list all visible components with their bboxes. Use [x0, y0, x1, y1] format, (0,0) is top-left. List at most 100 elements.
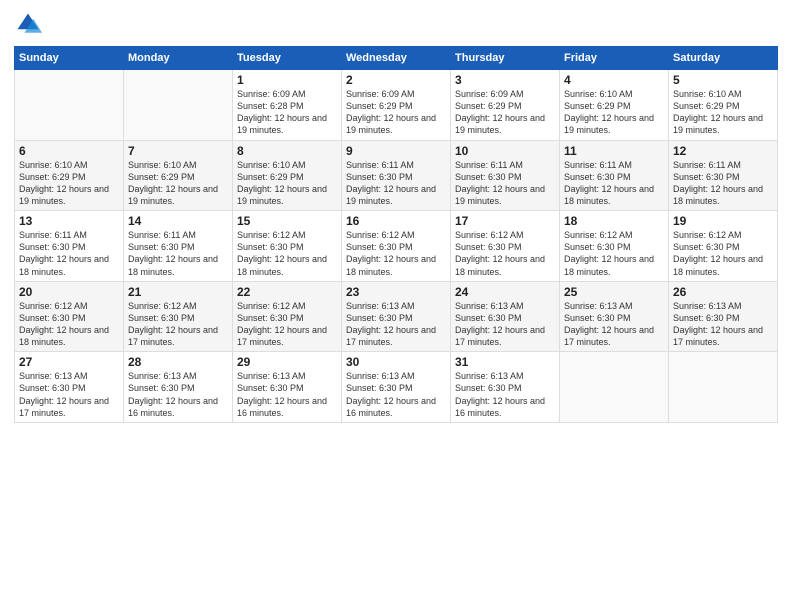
calendar-cell: 21Sunrise: 6:12 AM Sunset: 6:30 PM Dayli… — [124, 281, 233, 352]
day-number: 15 — [237, 214, 337, 228]
day-number: 8 — [237, 144, 337, 158]
weekday-tuesday: Tuesday — [233, 47, 342, 70]
day-number: 25 — [564, 285, 664, 299]
day-number: 27 — [19, 355, 119, 369]
day-info: Sunrise: 6:10 AM Sunset: 6:29 PM Dayligh… — [128, 159, 228, 208]
day-info: Sunrise: 6:13 AM Sunset: 6:30 PM Dayligh… — [455, 370, 555, 419]
day-info: Sunrise: 6:11 AM Sunset: 6:30 PM Dayligh… — [128, 229, 228, 278]
day-number: 7 — [128, 144, 228, 158]
day-info: Sunrise: 6:10 AM Sunset: 6:29 PM Dayligh… — [237, 159, 337, 208]
calendar-cell: 10Sunrise: 6:11 AM Sunset: 6:30 PM Dayli… — [451, 140, 560, 211]
calendar-cell: 28Sunrise: 6:13 AM Sunset: 6:30 PM Dayli… — [124, 352, 233, 423]
calendar-cell: 7Sunrise: 6:10 AM Sunset: 6:29 PM Daylig… — [124, 140, 233, 211]
day-number: 14 — [128, 214, 228, 228]
weekday-thursday: Thursday — [451, 47, 560, 70]
day-number: 10 — [455, 144, 555, 158]
week-row-5: 27Sunrise: 6:13 AM Sunset: 6:30 PM Dayli… — [15, 352, 778, 423]
calendar-cell: 29Sunrise: 6:13 AM Sunset: 6:30 PM Dayli… — [233, 352, 342, 423]
calendar-cell: 5Sunrise: 6:10 AM Sunset: 6:29 PM Daylig… — [669, 70, 778, 141]
calendar-cell: 1Sunrise: 6:09 AM Sunset: 6:28 PM Daylig… — [233, 70, 342, 141]
calendar-cell: 8Sunrise: 6:10 AM Sunset: 6:29 PM Daylig… — [233, 140, 342, 211]
calendar-cell: 31Sunrise: 6:13 AM Sunset: 6:30 PM Dayli… — [451, 352, 560, 423]
day-info: Sunrise: 6:12 AM Sunset: 6:30 PM Dayligh… — [346, 229, 446, 278]
calendar-cell — [560, 352, 669, 423]
calendar-cell: 23Sunrise: 6:13 AM Sunset: 6:30 PM Dayli… — [342, 281, 451, 352]
day-info: Sunrise: 6:11 AM Sunset: 6:30 PM Dayligh… — [564, 159, 664, 208]
day-info: Sunrise: 6:12 AM Sunset: 6:30 PM Dayligh… — [564, 229, 664, 278]
day-info: Sunrise: 6:13 AM Sunset: 6:30 PM Dayligh… — [673, 300, 773, 349]
calendar-cell: 12Sunrise: 6:11 AM Sunset: 6:30 PM Dayli… — [669, 140, 778, 211]
calendar-cell: 30Sunrise: 6:13 AM Sunset: 6:30 PM Dayli… — [342, 352, 451, 423]
calendar-cell: 4Sunrise: 6:10 AM Sunset: 6:29 PM Daylig… — [560, 70, 669, 141]
calendar-cell: 17Sunrise: 6:12 AM Sunset: 6:30 PM Dayli… — [451, 211, 560, 282]
day-number: 17 — [455, 214, 555, 228]
weekday-monday: Monday — [124, 47, 233, 70]
weekday-wednesday: Wednesday — [342, 47, 451, 70]
day-number: 26 — [673, 285, 773, 299]
week-row-1: 1Sunrise: 6:09 AM Sunset: 6:28 PM Daylig… — [15, 70, 778, 141]
week-row-2: 6Sunrise: 6:10 AM Sunset: 6:29 PM Daylig… — [15, 140, 778, 211]
calendar-table: SundayMondayTuesdayWednesdayThursdayFrid… — [14, 46, 778, 423]
calendar-cell: 19Sunrise: 6:12 AM Sunset: 6:30 PM Dayli… — [669, 211, 778, 282]
day-info: Sunrise: 6:13 AM Sunset: 6:30 PM Dayligh… — [564, 300, 664, 349]
day-info: Sunrise: 6:13 AM Sunset: 6:30 PM Dayligh… — [455, 300, 555, 349]
calendar-cell: 2Sunrise: 6:09 AM Sunset: 6:29 PM Daylig… — [342, 70, 451, 141]
day-info: Sunrise: 6:13 AM Sunset: 6:30 PM Dayligh… — [346, 300, 446, 349]
calendar-cell: 24Sunrise: 6:13 AM Sunset: 6:30 PM Dayli… — [451, 281, 560, 352]
day-number: 11 — [564, 144, 664, 158]
day-info: Sunrise: 6:12 AM Sunset: 6:30 PM Dayligh… — [19, 300, 119, 349]
day-number: 1 — [237, 73, 337, 87]
calendar-cell — [124, 70, 233, 141]
weekday-friday: Friday — [560, 47, 669, 70]
day-info: Sunrise: 6:12 AM Sunset: 6:30 PM Dayligh… — [673, 229, 773, 278]
calendar-cell: 14Sunrise: 6:11 AM Sunset: 6:30 PM Dayli… — [124, 211, 233, 282]
day-number: 20 — [19, 285, 119, 299]
day-number: 5 — [673, 73, 773, 87]
day-info: Sunrise: 6:09 AM Sunset: 6:28 PM Dayligh… — [237, 88, 337, 137]
calendar-cell: 26Sunrise: 6:13 AM Sunset: 6:30 PM Dayli… — [669, 281, 778, 352]
day-number: 16 — [346, 214, 446, 228]
page: SundayMondayTuesdayWednesdayThursdayFrid… — [0, 0, 792, 612]
day-info: Sunrise: 6:13 AM Sunset: 6:30 PM Dayligh… — [237, 370, 337, 419]
day-number: 22 — [237, 285, 337, 299]
calendar-cell: 22Sunrise: 6:12 AM Sunset: 6:30 PM Dayli… — [233, 281, 342, 352]
day-info: Sunrise: 6:13 AM Sunset: 6:30 PM Dayligh… — [128, 370, 228, 419]
calendar-cell — [15, 70, 124, 141]
calendar-cell: 13Sunrise: 6:11 AM Sunset: 6:30 PM Dayli… — [15, 211, 124, 282]
logo-icon — [14, 10, 42, 38]
day-info: Sunrise: 6:13 AM Sunset: 6:30 PM Dayligh… — [346, 370, 446, 419]
week-row-4: 20Sunrise: 6:12 AM Sunset: 6:30 PM Dayli… — [15, 281, 778, 352]
day-info: Sunrise: 6:11 AM Sunset: 6:30 PM Dayligh… — [346, 159, 446, 208]
day-info: Sunrise: 6:10 AM Sunset: 6:29 PM Dayligh… — [673, 88, 773, 137]
day-info: Sunrise: 6:12 AM Sunset: 6:30 PM Dayligh… — [237, 229, 337, 278]
day-number: 23 — [346, 285, 446, 299]
day-number: 12 — [673, 144, 773, 158]
day-number: 6 — [19, 144, 119, 158]
calendar-cell: 11Sunrise: 6:11 AM Sunset: 6:30 PM Dayli… — [560, 140, 669, 211]
day-info: Sunrise: 6:09 AM Sunset: 6:29 PM Dayligh… — [346, 88, 446, 137]
header — [14, 10, 778, 38]
day-info: Sunrise: 6:09 AM Sunset: 6:29 PM Dayligh… — [455, 88, 555, 137]
day-info: Sunrise: 6:11 AM Sunset: 6:30 PM Dayligh… — [673, 159, 773, 208]
calendar-cell: 6Sunrise: 6:10 AM Sunset: 6:29 PM Daylig… — [15, 140, 124, 211]
day-info: Sunrise: 6:12 AM Sunset: 6:30 PM Dayligh… — [237, 300, 337, 349]
calendar-cell: 3Sunrise: 6:09 AM Sunset: 6:29 PM Daylig… — [451, 70, 560, 141]
day-info: Sunrise: 6:12 AM Sunset: 6:30 PM Dayligh… — [455, 229, 555, 278]
calendar-cell: 15Sunrise: 6:12 AM Sunset: 6:30 PM Dayli… — [233, 211, 342, 282]
calendar-cell: 25Sunrise: 6:13 AM Sunset: 6:30 PM Dayli… — [560, 281, 669, 352]
day-number: 19 — [673, 214, 773, 228]
day-number: 18 — [564, 214, 664, 228]
day-info: Sunrise: 6:10 AM Sunset: 6:29 PM Dayligh… — [19, 159, 119, 208]
day-number: 4 — [564, 73, 664, 87]
calendar-cell: 20Sunrise: 6:12 AM Sunset: 6:30 PM Dayli… — [15, 281, 124, 352]
weekday-sunday: Sunday — [15, 47, 124, 70]
day-info: Sunrise: 6:13 AM Sunset: 6:30 PM Dayligh… — [19, 370, 119, 419]
calendar-cell: 27Sunrise: 6:13 AM Sunset: 6:30 PM Dayli… — [15, 352, 124, 423]
weekday-saturday: Saturday — [669, 47, 778, 70]
calendar-cell: 16Sunrise: 6:12 AM Sunset: 6:30 PM Dayli… — [342, 211, 451, 282]
calendar-cell: 18Sunrise: 6:12 AM Sunset: 6:30 PM Dayli… — [560, 211, 669, 282]
calendar-cell — [669, 352, 778, 423]
day-number: 13 — [19, 214, 119, 228]
day-info: Sunrise: 6:11 AM Sunset: 6:30 PM Dayligh… — [19, 229, 119, 278]
calendar-cell: 9Sunrise: 6:11 AM Sunset: 6:30 PM Daylig… — [342, 140, 451, 211]
